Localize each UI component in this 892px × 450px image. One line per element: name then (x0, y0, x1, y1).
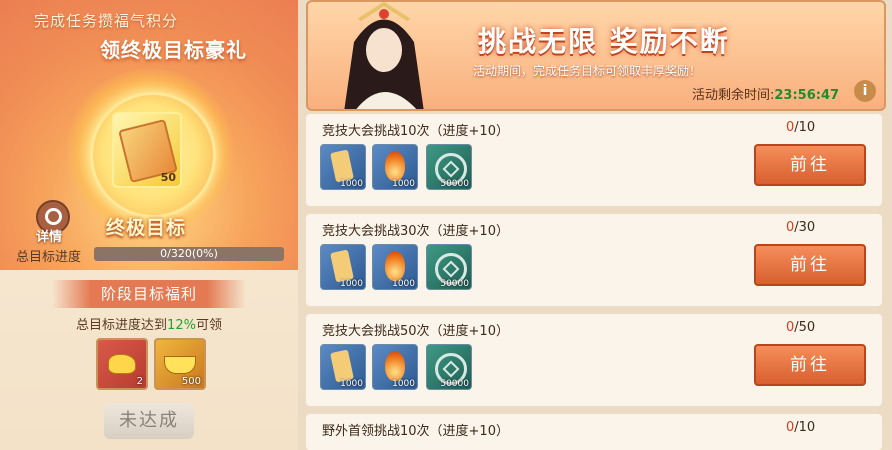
event-timer: 活动剩余时间:23:56:47 (692, 84, 839, 103)
count-total: /10 (794, 120, 816, 135)
reward-scroll[interactable]: 1000 (320, 244, 366, 290)
count-total: /10 (794, 420, 816, 435)
task-title: 竞技大会挑战50次（进度+10） (322, 324, 509, 339)
task-row: 竞技大会挑战50次（进度+10） 0/50 1000 1000 50000 前往 (306, 314, 882, 406)
gold-nugget-item[interactable]: 2 (96, 338, 148, 390)
left-panel: 完成任务攒福气积分 领终极目标豪礼 50 详情 终极目标 总目标进度 0/320… (0, 0, 298, 450)
reward-count: 2 (136, 376, 143, 387)
task-title: 野外首领挑战10次（进度+10） (322, 424, 509, 439)
gold-nugget-icon (108, 354, 136, 374)
task-row: 竞技大会挑战10次（进度+10） 0/10 1000 1000 50000 前往 (306, 114, 882, 206)
flame-icon (385, 151, 405, 181)
stage-requirement: 总目标进度达到12%可领 (0, 314, 298, 333)
task-row: 竞技大会挑战30次（进度+10） 0/30 1000 1000 50000 前往 (306, 214, 882, 306)
task-title: 竞技大会挑战10次（进度+10） (322, 124, 509, 139)
req-suffix: 可领 (195, 318, 222, 333)
reward-qty: 1000 (340, 379, 363, 389)
reward-qty: 1000 (392, 279, 415, 289)
goddess-portrait-icon (344, 2, 424, 109)
req-prefix: 总目标进度达到 (76, 318, 168, 333)
reward-flame[interactable]: 1000 (372, 144, 418, 190)
timer-value: 23:56:47 (774, 88, 840, 103)
reward-qty: 1000 (392, 179, 415, 189)
right-panel: 挑战无限 奖励不断 活动期间，完成任务目标可领取丰厚奖励！ 活动剩余时间:23:… (298, 0, 892, 450)
banner-title: 挑战无限 奖励不断 (478, 25, 730, 58)
count-total: /30 (794, 220, 816, 235)
go-button[interactable]: 前往 (754, 144, 866, 186)
go-button[interactable]: 前往 (754, 244, 866, 286)
stage-title: 阶段目标福利 (52, 280, 246, 308)
event-banner: 挑战无限 奖励不断 活动期间，完成任务目标可领取丰厚奖励！ 活动剩余时间:23:… (306, 0, 886, 111)
reward-count: 500 (181, 376, 201, 387)
timer-label: 活动剩余时间: (692, 88, 775, 103)
ultimate-goal-label: 终极目标 (106, 217, 187, 239)
reward-qty: 50000 (440, 179, 469, 189)
reward-flame[interactable]: 1000 (372, 344, 418, 390)
task-title: 竞技大会挑战30次（进度+10） (322, 224, 509, 239)
scroll-icon (330, 249, 354, 283)
reward-qty: 50000 (440, 379, 469, 389)
scroll-icon (330, 149, 354, 183)
count-total: /50 (794, 320, 816, 335)
gold-ingot-icon (164, 356, 196, 374)
task-row: 野外首领挑战10次（进度+10） 0/10 (306, 414, 882, 450)
reward-qty: 50000 (440, 279, 469, 289)
total-progress-bar: 0/320(0%) (94, 247, 284, 261)
scroll-icon (330, 349, 354, 383)
task-count: 0/30 (786, 220, 815, 235)
go-button[interactable]: 前往 (754, 344, 866, 386)
promo-line-2: 领终极目标豪礼 (100, 38, 247, 62)
flame-icon (385, 351, 405, 381)
details-label[interactable]: 详情 (36, 226, 62, 245)
grand-prize-item[interactable]: 50 (112, 112, 182, 188)
reward-coin[interactable]: 50000 (426, 244, 472, 290)
promo-line-1: 完成任务攒福气积分 (34, 12, 179, 30)
reward-qty: 1000 (340, 279, 363, 289)
reward-scroll[interactable]: 1000 (320, 344, 366, 390)
reward-coin[interactable]: 50000 (426, 344, 472, 390)
reward-qty: 1000 (340, 179, 363, 189)
task-count: 0/10 (786, 420, 815, 435)
banner-subtitle: 活动期间，完成任务目标可领取丰厚奖励！ (473, 64, 702, 78)
reward-flame[interactable]: 1000 (372, 244, 418, 290)
task-count: 0/10 (786, 120, 815, 135)
progress-text: 0/320(0%) (160, 247, 218, 260)
task-count: 0/50 (786, 320, 815, 335)
flame-icon (385, 251, 405, 281)
grand-prize-count: 50 (160, 171, 176, 184)
reward-coin[interactable]: 50000 (426, 144, 472, 190)
gold-ingot-item[interactable]: 500 (154, 338, 206, 390)
total-progress-label: 总目标进度 (16, 250, 82, 265)
reward-scroll[interactable]: 1000 (320, 144, 366, 190)
req-pct: 12% (167, 318, 196, 333)
claim-button-disabled[interactable]: 未达成 (104, 403, 194, 439)
reward-qty: 1000 (392, 379, 415, 389)
info-icon[interactable]: i (854, 80, 876, 102)
